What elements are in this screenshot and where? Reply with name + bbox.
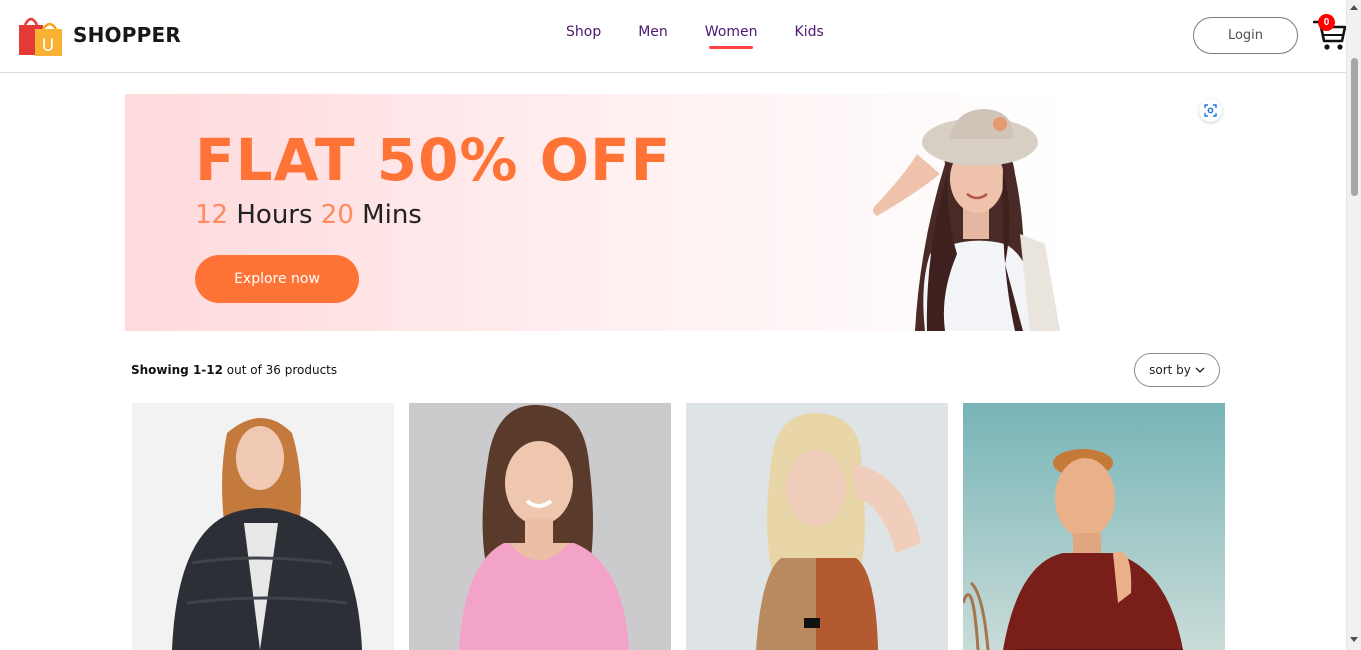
timer-hours-unit: Hours — [236, 200, 313, 230]
showing-range: Showing 1-12 — [131, 363, 223, 377]
menu-item-women[interactable]: Women — [705, 24, 758, 40]
menu-item-kids[interactable]: Kids — [795, 24, 824, 40]
visual-search-icon[interactable] — [1199, 99, 1222, 122]
scroll-thumb[interactable] — [1351, 58, 1358, 196]
product-card-1[interactable] — [132, 403, 394, 650]
product-card-3[interactable] — [686, 403, 948, 650]
main-menu: Shop Men Women Kids — [566, 24, 861, 40]
menu-item-men[interactable]: Men — [638, 24, 668, 40]
products-count: Showing 1-12 out of 36 products — [131, 363, 337, 377]
navbar: U SHOPPER Shop Men Women Kids Login 0 — [0, 0, 1347, 73]
page-scrollbar[interactable] — [1346, 0, 1361, 650]
brand-name: SHOPPER — [73, 23, 181, 47]
product-image-2 — [409, 403, 671, 650]
hero-title: FLAT 50% OFF — [195, 126, 672, 194]
brand-logo[interactable]: U SHOPPER — [17, 13, 181, 57]
product-image-1 — [132, 403, 394, 650]
hero-model-image — [845, 94, 1125, 331]
product-card-4[interactable] — [963, 403, 1225, 650]
timer-mins-unit: Mins — [362, 200, 422, 230]
product-grid — [132, 403, 1225, 650]
product-image-3 — [686, 403, 948, 650]
product-card-2[interactable] — [409, 403, 671, 650]
scroll-up-arrow-icon[interactable] — [1350, 5, 1358, 10]
shopping-bag-icon: U — [17, 13, 63, 57]
scroll-down-arrow-icon[interactable] — [1350, 637, 1358, 642]
timer-mins: 20 — [320, 200, 354, 230]
explore-now-button[interactable]: Explore now — [195, 255, 359, 303]
sort-by-label: sort by — [1149, 363, 1191, 377]
menu-item-shop[interactable]: Shop — [566, 24, 601, 40]
hero-timer: 12 Hours 20 Mins — [195, 200, 422, 230]
sort-by-button[interactable]: sort by — [1134, 353, 1220, 387]
showing-total: out of 36 products — [226, 363, 338, 377]
login-button[interactable]: Login — [1193, 17, 1298, 54]
svg-text:U: U — [42, 36, 54, 56]
cart-count-badge: 0 — [1318, 14, 1335, 31]
hero-banner: FLAT 50% OFF 12 Hours 20 Mins Explore no… — [125, 94, 1233, 331]
chevron-down-icon — [1195, 367, 1205, 373]
product-image-4 — [963, 403, 1225, 650]
timer-hours: 12 — [195, 200, 229, 230]
